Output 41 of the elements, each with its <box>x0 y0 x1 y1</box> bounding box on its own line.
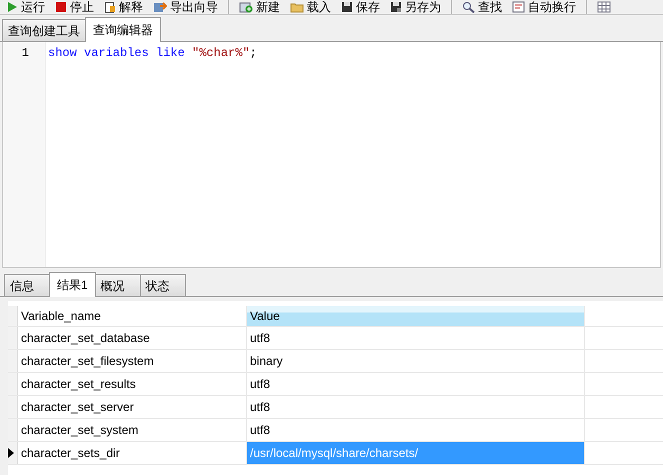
tab[interactable]: 信息 <box>4 274 50 296</box>
column-header[interactable]: Variable_name <box>18 306 247 326</box>
tab[interactable]: 状态 <box>140 274 186 296</box>
add-table-icon <box>239 1 253 13</box>
toolbar-button[interactable]: 另存为 <box>390 0 441 14</box>
table-cell[interactable]: character_set_system <box>18 419 247 441</box>
table-cell[interactable]: character_set_filesystem <box>18 350 247 372</box>
line-number: 1 <box>20 46 29 60</box>
toolbar-button[interactable]: 自动换行 <box>512 0 576 14</box>
toolbar-icon-button[interactable] <box>597 1 611 13</box>
toolbar-button[interactable]: 停止 <box>55 0 94 14</box>
code-line: show variables like "%char%"; <box>48 46 257 60</box>
tab[interactable]: 查询创建工具 <box>2 19 86 41</box>
stop-icon <box>55 1 67 13</box>
table-cell[interactable]: binary <box>247 350 585 372</box>
tab[interactable]: 结果1 <box>49 272 96 297</box>
grid-icon <box>597 1 611 13</box>
table-cell[interactable]: utf8 <box>247 373 585 395</box>
table-cell[interactable]: utf8 <box>247 396 585 418</box>
row-selector[interactable] <box>8 442 18 464</box>
toolbar-button[interactable]: 查找 <box>462 0 502 14</box>
table-cell[interactable]: character_set_database <box>18 327 247 349</box>
table-cell[interactable]: character_set_results <box>18 373 247 395</box>
folder-icon <box>290 1 304 13</box>
column-header[interactable]: Value <box>247 306 585 326</box>
table-cell[interactable]: utf8 <box>247 327 585 349</box>
table-cell[interactable]: character_set_server <box>18 396 247 418</box>
toolbar-button[interactable]: 新建 <box>239 0 280 14</box>
toolbar-button[interactable]: 运行 <box>6 0 45 14</box>
tab[interactable]: 查询编辑器 <box>85 17 161 42</box>
toolbar-button[interactable]: 导出向导 <box>153 0 218 14</box>
table-cell[interactable]: utf8 <box>247 419 585 441</box>
toolbar-button[interactable]: 载入 <box>290 0 331 14</box>
tab[interactable]: 概况 <box>94 274 141 296</box>
wrap-text-icon <box>512 1 525 13</box>
document-icon <box>104 1 116 13</box>
export-icon <box>153 1 167 13</box>
toolbar-button[interactable]: 保存 <box>341 0 380 14</box>
toolbar-button[interactable]: 解释 <box>104 0 143 14</box>
play-icon <box>6 1 18 13</box>
row-pointer-icon <box>8 448 14 458</box>
